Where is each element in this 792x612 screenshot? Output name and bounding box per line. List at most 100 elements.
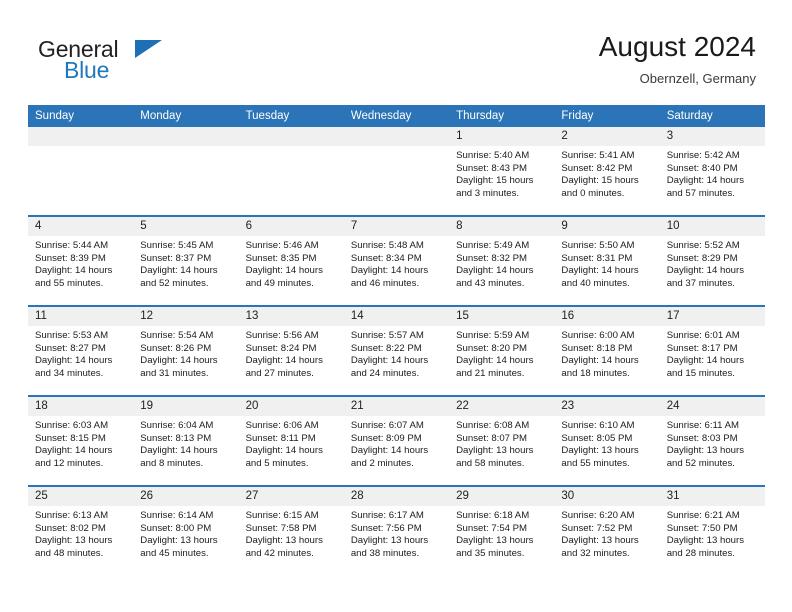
sunrise-text: Sunrise: 5:59 AM [456, 330, 530, 341]
calendar-day-cell[interactable]: 11 Sunrise: 5:53 AM Sunset: 8:27 PM Dayligh… [28, 305, 134, 396]
day-number: 14 [343, 307, 450, 326]
calendar-day-cell[interactable]: 18 Sunrise: 6:03 AM Sunset: 8:15 PM Dayligh… [28, 395, 134, 486]
day-info: Sunrise: 5:40 AM Sunset: 8:43 PM Daylight:… [449, 146, 554, 200]
sunrise-text: Sunrise: 6:04 AM [140, 420, 214, 431]
calendar-day-cell[interactable]: 27 Sunrise: 6:15 AM Sunset: 7:58 PM Dayligh… [238, 485, 344, 575]
day-cell-inner: 5 Sunrise: 5:45 AM Sunset: 8:37 PM Daylight… [133, 217, 239, 305]
daylight-text: Daylight: 13 hours and 42 minutes. [245, 535, 323, 559]
day-number: 1 [449, 127, 555, 146]
general-blue-logo[interactable]: General Blue [38, 36, 188, 88]
calendar-day-cell[interactable]: 26 Sunrise: 6:14 AM Sunset: 8:00 PM Dayligh… [133, 485, 239, 575]
calendar-day-cell[interactable]: 21 Sunrise: 6:07 AM Sunset: 8:09 PM Dayligh… [343, 395, 450, 486]
day-number: 23 [554, 397, 660, 416]
logo-text-blue: Blue [64, 57, 110, 83]
day-number: 27 [238, 487, 344, 506]
calendar-cell-empty [343, 127, 450, 216]
daylight-text: Daylight: 14 hours and 24 minutes. [350, 355, 429, 379]
day-info: Sunrise: 6:21 AM Sunset: 7:50 PM Daylight:… [660, 506, 765, 560]
calendar-day-cell[interactable]: 9 Sunrise: 5:50 AM Sunset: 8:31 PM Daylight… [554, 215, 660, 306]
sunrise-sunset-calendar: Sunday Monday Tuesday Wednesday Thursday… [28, 105, 765, 575]
sunset-text: Sunset: 8:03 PM [666, 432, 738, 444]
calendar-day-cell[interactable]: 20 Sunrise: 6:06 AM Sunset: 8:11 PM Dayligh… [238, 395, 344, 486]
day-number: 24 [659, 397, 765, 416]
daylight-text: Daylight: 15 hours and 3 minutes. [456, 175, 534, 199]
sunset-text: Sunset: 8:43 PM [456, 162, 528, 174]
calendar-day-cell[interactable]: 29 Sunrise: 6:18 AM Sunset: 7:54 PM Dayligh… [449, 485, 555, 575]
sunset-text: Sunset: 8:37 PM [140, 252, 212, 264]
sunrise-text: Sunrise: 6:06 AM [245, 420, 319, 431]
calendar-day-cell[interactable]: 8 Sunrise: 5:49 AM Sunset: 8:32 PM Daylight… [449, 215, 555, 306]
day-cell-inner: 24 Sunrise: 6:11 AM Sunset: 8:03 PM Dayligh… [659, 397, 765, 485]
page-subtitle: Obernzell, Germany [639, 71, 756, 86]
calendar-day-cell[interactable]: 16 Sunrise: 6:00 AM Sunset: 8:18 PM Dayligh… [554, 305, 660, 396]
day-cell-inner: 21 Sunrise: 6:07 AM Sunset: 8:09 PM Dayligh… [343, 397, 450, 485]
day-number: 17 [659, 307, 765, 326]
sunset-text: Sunset: 7:52 PM [561, 522, 633, 534]
calendar-day-cell[interactable]: 10 Sunrise: 5:52 AM Sunset: 8:29 PM Dayligh… [659, 215, 765, 306]
sunset-text: Sunset: 8:11 PM [245, 432, 316, 444]
sunrise-text: Sunrise: 5:57 AM [350, 330, 424, 341]
day-cell-inner: 11 Sunrise: 5:53 AM Sunset: 8:27 PM Dayligh… [28, 307, 134, 395]
title-block: August 2024 Obernzell, Germany [599, 30, 756, 88]
sunrise-text: Sunrise: 6:13 AM [35, 510, 109, 521]
daylight-text: Daylight: 13 hours and 35 minutes. [456, 535, 534, 559]
calendar-day-cell[interactable]: 14 Sunrise: 5:57 AM Sunset: 8:22 PM Dayligh… [343, 305, 450, 396]
weekday-header-monday: Monday [133, 105, 239, 127]
daylight-text: Daylight: 13 hours and 28 minutes. [666, 535, 745, 559]
sunrise-text: Sunrise: 6:15 AM [245, 510, 319, 521]
daylight-text: Daylight: 14 hours and 49 minutes. [245, 265, 323, 289]
calendar-body: 1 Sunrise: 5:40 AM Sunset: 8:43 PM Daylight… [28, 127, 765, 575]
calendar-day-cell[interactable]: 28 Sunrise: 6:17 AM Sunset: 7:56 PM Dayligh… [343, 485, 450, 575]
calendar-day-cell[interactable]: 13 Sunrise: 5:56 AM Sunset: 8:24 PM Dayligh… [238, 305, 344, 396]
calendar-day-cell[interactable]: 24 Sunrise: 6:11 AM Sunset: 8:03 PM Dayligh… [659, 395, 765, 486]
calendar-day-cell[interactable]: 17 Sunrise: 6:01 AM Sunset: 8:17 PM Dayligh… [659, 305, 765, 396]
weekday-header-tuesday: Tuesday [238, 105, 344, 127]
sunset-text: Sunset: 8:34 PM [350, 252, 422, 264]
day-number: 29 [449, 487, 555, 506]
day-cell-inner: 3 Sunrise: 5:42 AM Sunset: 8:40 PM Daylight… [659, 127, 765, 215]
sunrise-text: Sunrise: 6:14 AM [140, 510, 214, 521]
calendar-day-cell[interactable]: 30 Sunrise: 6:20 AM Sunset: 7:52 PM Dayligh… [554, 485, 660, 575]
sunset-text: Sunset: 8:39 PM [35, 252, 106, 264]
calendar-day-cell[interactable]: 5 Sunrise: 5:45 AM Sunset: 8:37 PM Daylight… [133, 215, 239, 306]
calendar-day-cell[interactable]: 15 Sunrise: 5:59 AM Sunset: 8:20 PM Dayligh… [449, 305, 555, 396]
day-info: Sunrise: 6:00 AM Sunset: 8:18 PM Daylight:… [554, 326, 659, 380]
calendar-day-cell[interactable]: 7 Sunrise: 5:48 AM Sunset: 8:34 PM Daylight… [343, 215, 450, 306]
day-cell-inner: 30 Sunrise: 6:20 AM Sunset: 7:52 PM Dayligh… [554, 487, 660, 575]
calendar-day-cell[interactable]: 6 Sunrise: 5:46 AM Sunset: 8:35 PM Daylight… [238, 215, 344, 306]
daylight-text: Daylight: 14 hours and 5 minutes. [245, 445, 323, 469]
daylight-text: Daylight: 14 hours and 31 minutes. [140, 355, 218, 379]
day-info: Sunrise: 6:18 AM Sunset: 7:54 PM Daylight:… [449, 506, 554, 560]
calendar-week-row: 18 Sunrise: 6:03 AM Sunset: 8:15 PM Dayligh… [28, 395, 765, 486]
calendar-day-cell[interactable]: 12 Sunrise: 5:54 AM Sunset: 8:26 PM Dayligh… [133, 305, 239, 396]
calendar-day-cell[interactable]: 23 Sunrise: 6:10 AM Sunset: 8:05 PM Dayligh… [554, 395, 660, 486]
calendar-day-cell[interactable]: 22 Sunrise: 6:08 AM Sunset: 8:07 PM Dayligh… [449, 395, 555, 486]
day-info: Sunrise: 5:45 AM Sunset: 8:37 PM Daylight:… [133, 236, 238, 290]
day-info: Sunrise: 5:59 AM Sunset: 8:20 PM Daylight:… [449, 326, 554, 380]
calendar-day-cell[interactable]: 25 Sunrise: 6:13 AM Sunset: 8:02 PM Dayligh… [28, 485, 134, 575]
sunset-text: Sunset: 8:15 PM [35, 432, 106, 444]
sunrise-text: Sunrise: 5:48 AM [350, 240, 424, 251]
day-info: Sunrise: 5:56 AM Sunset: 8:24 PM Daylight:… [239, 326, 344, 380]
daylight-text: Daylight: 13 hours and 48 minutes. [35, 535, 113, 559]
calendar-cell-empty [28, 127, 134, 216]
sunset-text: Sunset: 7:56 PM [350, 522, 422, 534]
sunset-text: Sunset: 7:50 PM [666, 522, 738, 534]
page-header: General Blue August 2024 Obernzell, Germ… [0, 0, 792, 103]
calendar-day-cell[interactable]: 3 Sunrise: 5:42 AM Sunset: 8:40 PM Daylight… [659, 127, 765, 216]
calendar-day-cell[interactable]: 19 Sunrise: 6:04 AM Sunset: 8:13 PM Dayligh… [133, 395, 239, 486]
day-info: Sunrise: 5:42 AM Sunset: 8:40 PM Daylight:… [660, 146, 765, 200]
sunset-text: Sunset: 8:20 PM [456, 342, 528, 354]
calendar-day-cell[interactable]: 4 Sunrise: 5:44 AM Sunset: 8:39 PM Daylight… [28, 215, 134, 306]
day-number: 10 [659, 217, 765, 236]
sunset-text: Sunset: 8:09 PM [350, 432, 422, 444]
weekday-header-friday: Friday [554, 105, 660, 127]
calendar-week-row: 25 Sunrise: 6:13 AM Sunset: 8:02 PM Dayligh… [28, 485, 765, 575]
sunrise-text: Sunrise: 5:46 AM [245, 240, 319, 251]
calendar-day-cell[interactable]: 2 Sunrise: 5:41 AM Sunset: 8:42 PM Daylight… [554, 127, 660, 216]
day-number: 7 [343, 217, 450, 236]
sunrise-text: Sunrise: 6:17 AM [350, 510, 424, 521]
sunrise-text: Sunrise: 5:40 AM [456, 150, 530, 161]
calendar-day-cell[interactable]: 1 Sunrise: 5:40 AM Sunset: 8:43 PM Daylight… [449, 127, 555, 216]
calendar-day-cell[interactable]: 31 Sunrise: 6:21 AM Sunset: 7:50 PM Dayligh… [659, 485, 765, 575]
